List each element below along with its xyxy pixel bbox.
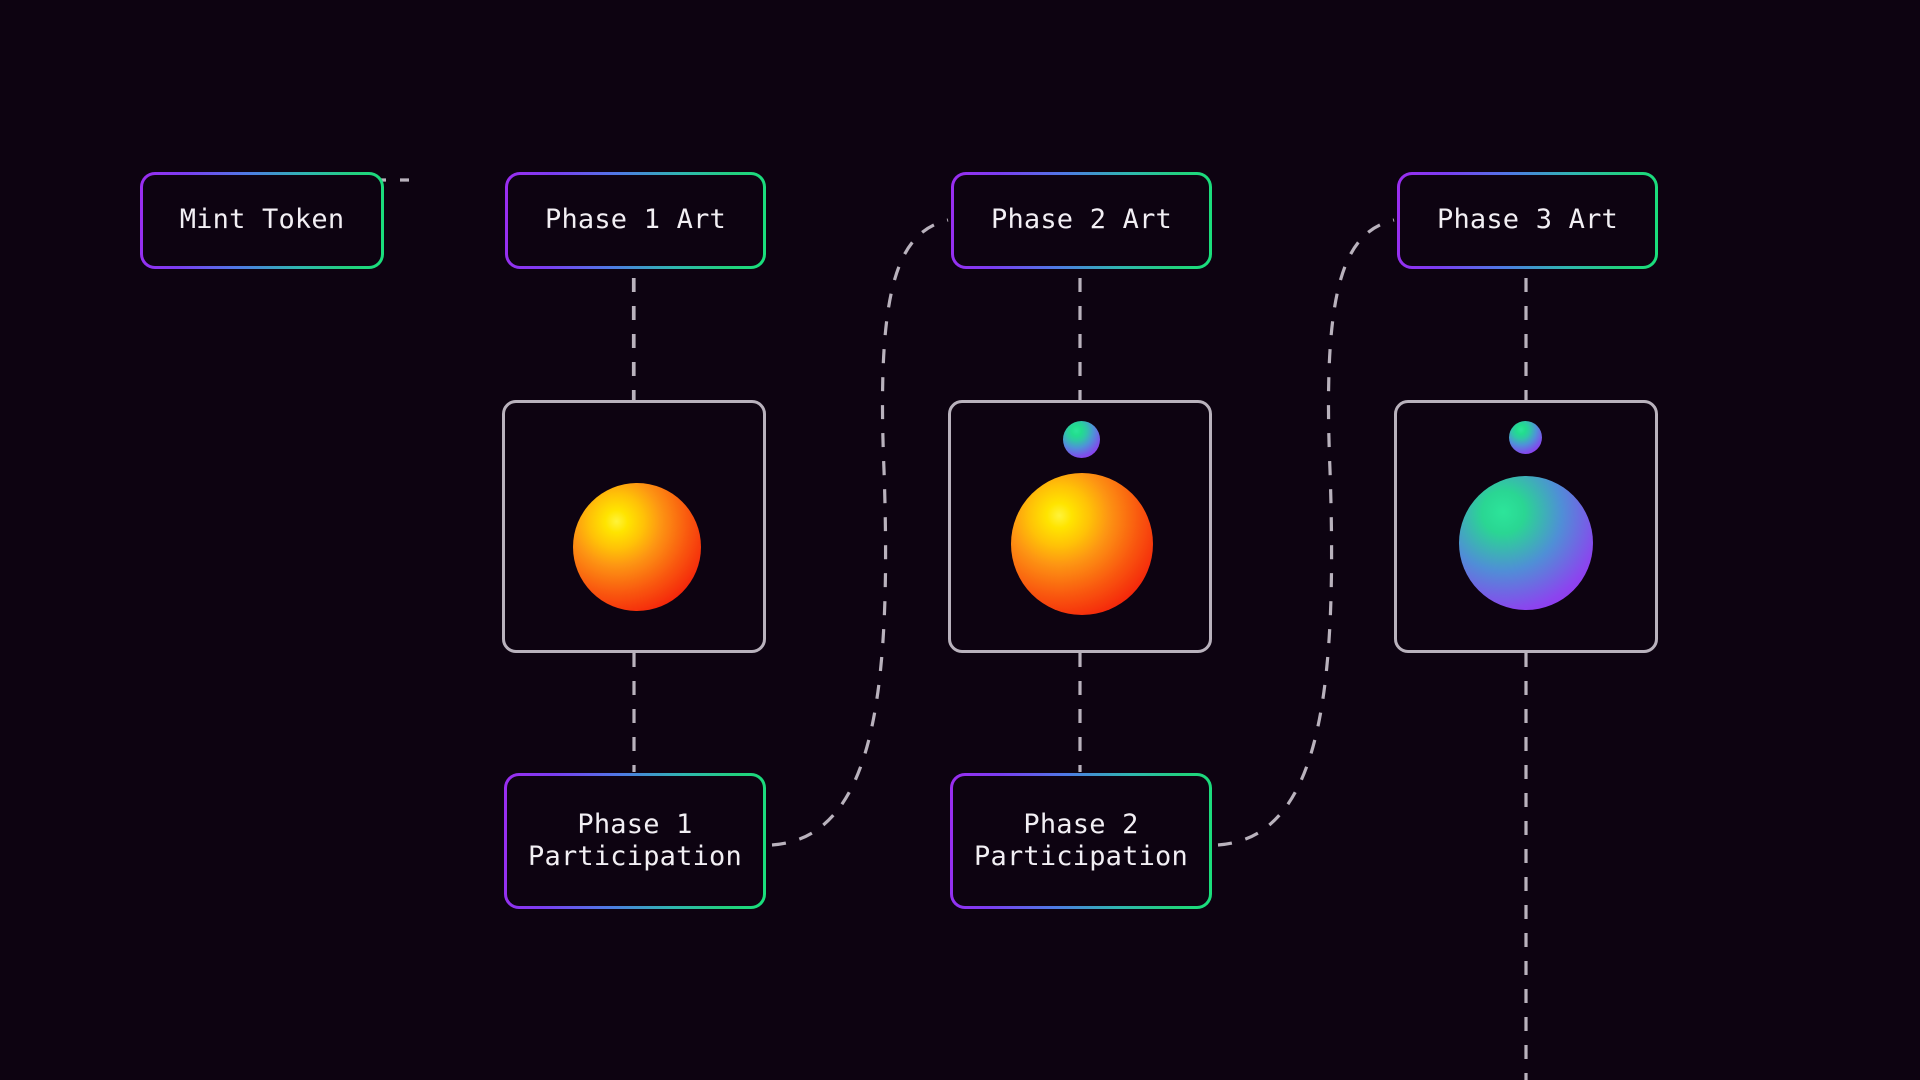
- node-mint-token-label: Mint Token: [143, 175, 381, 266]
- node-phase-1-art[interactable]: Phase 1 Art: [505, 172, 766, 269]
- node-phase-3-art-label: Phase 3 Art: [1400, 175, 1655, 266]
- node-phase-1-art-label: Phase 1 Art: [508, 175, 763, 266]
- cosmic-sphere-icon: [1459, 476, 1593, 610]
- edge-phase1-participation-to-phase2-art: [771, 218, 949, 847]
- node-phase-2-participation-label: Phase 2 Participation: [953, 776, 1209, 906]
- node-phase-2-art[interactable]: Phase 2 Art: [951, 172, 1212, 269]
- node-mint-token[interactable]: Mint Token: [140, 172, 384, 269]
- fire-sphere-icon: [573, 483, 701, 611]
- diagram-canvas: Mint Token Phase 1 Art Phase 2 Art Phase…: [0, 0, 1920, 1080]
- node-phase-3-art[interactable]: Phase 3 Art: [1397, 172, 1658, 269]
- node-phase-1-participation-label: Phase 1 Participation: [507, 776, 763, 906]
- node-phase-2-participation[interactable]: Phase 2 Participation: [950, 773, 1212, 909]
- edge-phase2-participation-to-phase3-art: [1217, 218, 1395, 847]
- node-phase-1-participation[interactable]: Phase 1 Participation: [504, 773, 766, 909]
- satellite-orb-icon: [1063, 421, 1100, 458]
- phase-3-artwork-frame: [1394, 400, 1658, 653]
- phase-1-artwork-frame: [502, 400, 766, 653]
- phase-2-artwork-frame: [948, 400, 1212, 653]
- fire-sphere-icon: [1011, 473, 1153, 615]
- node-phase-2-art-label: Phase 2 Art: [954, 175, 1209, 266]
- satellite-orb-icon: [1509, 421, 1542, 454]
